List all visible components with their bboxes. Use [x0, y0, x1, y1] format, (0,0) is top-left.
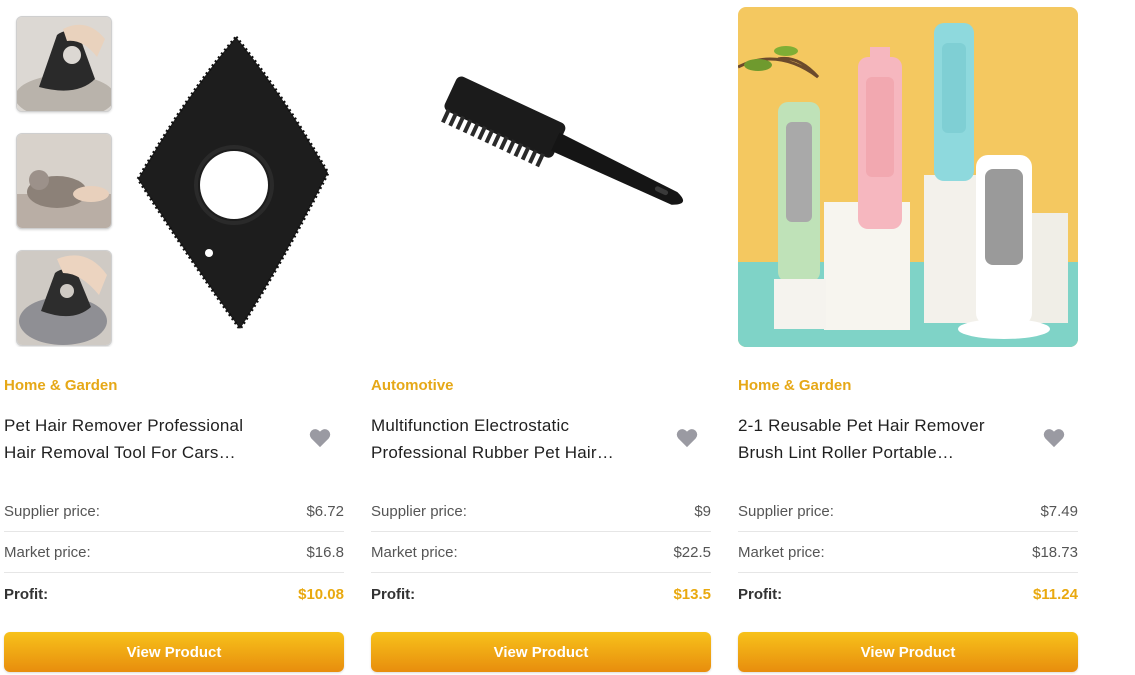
- profit-value: $13.5: [673, 586, 711, 603]
- heart-icon[interactable]: [1043, 428, 1065, 448]
- market-price-row: Market price: $18.73: [738, 532, 1078, 573]
- lint-roller-image: [738, 7, 1078, 347]
- thumbnail-image[interactable]: [16, 250, 112, 346]
- supplier-price-label: Supplier price:: [371, 502, 467, 520]
- market-price-value: $16.8: [306, 543, 344, 561]
- supplier-price-row: Supplier price: $9: [371, 491, 711, 532]
- profit-row: Profit: $13.5: [371, 574, 711, 615]
- thumbnail-image[interactable]: [16, 16, 112, 112]
- profit-label: Profit:: [371, 586, 416, 603]
- profit-label: Profit:: [4, 586, 49, 603]
- thumbnail-list: [16, 16, 113, 347]
- view-product-button[interactable]: View Product: [371, 632, 711, 672]
- product-card: Home & Garden 2-1 Reusable Pet Hair Remo…: [738, 0, 1078, 675]
- supplier-price-label: Supplier price:: [4, 502, 100, 520]
- rubber-brush-image: [441, 76, 684, 205]
- profit-value: $11.24: [1032, 586, 1078, 603]
- product-image[interactable]: [738, 7, 1078, 347]
- thumbnail-image[interactable]: [16, 133, 112, 229]
- profit-row: Profit: $10.08: [4, 574, 344, 615]
- market-price-row: Market price: $22.5: [371, 532, 711, 573]
- supplier-price-row: Supplier price: $6.72: [4, 491, 344, 532]
- profit-label: Profit:: [738, 586, 783, 603]
- profit-value: $10.08: [298, 586, 344, 603]
- market-price-value: $22.5: [673, 543, 711, 561]
- product-category[interactable]: Home & Garden: [738, 377, 851, 394]
- product-image[interactable]: [371, 7, 711, 347]
- market-price-row: Market price: $16.8: [4, 532, 344, 573]
- view-product-button[interactable]: View Product: [738, 632, 1078, 672]
- view-product-button[interactable]: View Product: [4, 632, 344, 672]
- product-title[interactable]: Pet Hair Remover Professional Hair Remov…: [4, 412, 274, 466]
- pet-hair-remover-image: [136, 34, 330, 332]
- product-category[interactable]: Automotive: [371, 377, 454, 394]
- supplier-price-row: Supplier price: $7.49: [738, 491, 1078, 532]
- market-price-label: Market price:: [4, 543, 91, 561]
- heart-icon[interactable]: [309, 428, 331, 448]
- supplier-price-value: $9: [694, 502, 711, 520]
- supplier-price-value: $6.72: [306, 502, 344, 520]
- profit-row: Profit: $11.24: [738, 574, 1078, 615]
- product-title[interactable]: 2-1 Reusable Pet Hair Remover Brush Lint…: [738, 412, 1008, 466]
- market-price-label: Market price:: [371, 543, 458, 561]
- market-price-value: $18.73: [1032, 543, 1078, 561]
- market-price-label: Market price:: [738, 543, 825, 561]
- product-title[interactable]: Multifunction Electrostatic Professional…: [371, 412, 641, 466]
- supplier-price-label: Supplier price:: [738, 502, 834, 520]
- supplier-price-value: $7.49: [1040, 502, 1078, 520]
- product-category[interactable]: Home & Garden: [4, 377, 117, 394]
- product-image[interactable]: [4, 7, 344, 347]
- product-card: Home & Garden Pet Hair Remover Professio…: [4, 0, 344, 675]
- product-card: Automotive Multifunction Electrostatic P…: [371, 0, 711, 675]
- heart-icon[interactable]: [676, 428, 698, 448]
